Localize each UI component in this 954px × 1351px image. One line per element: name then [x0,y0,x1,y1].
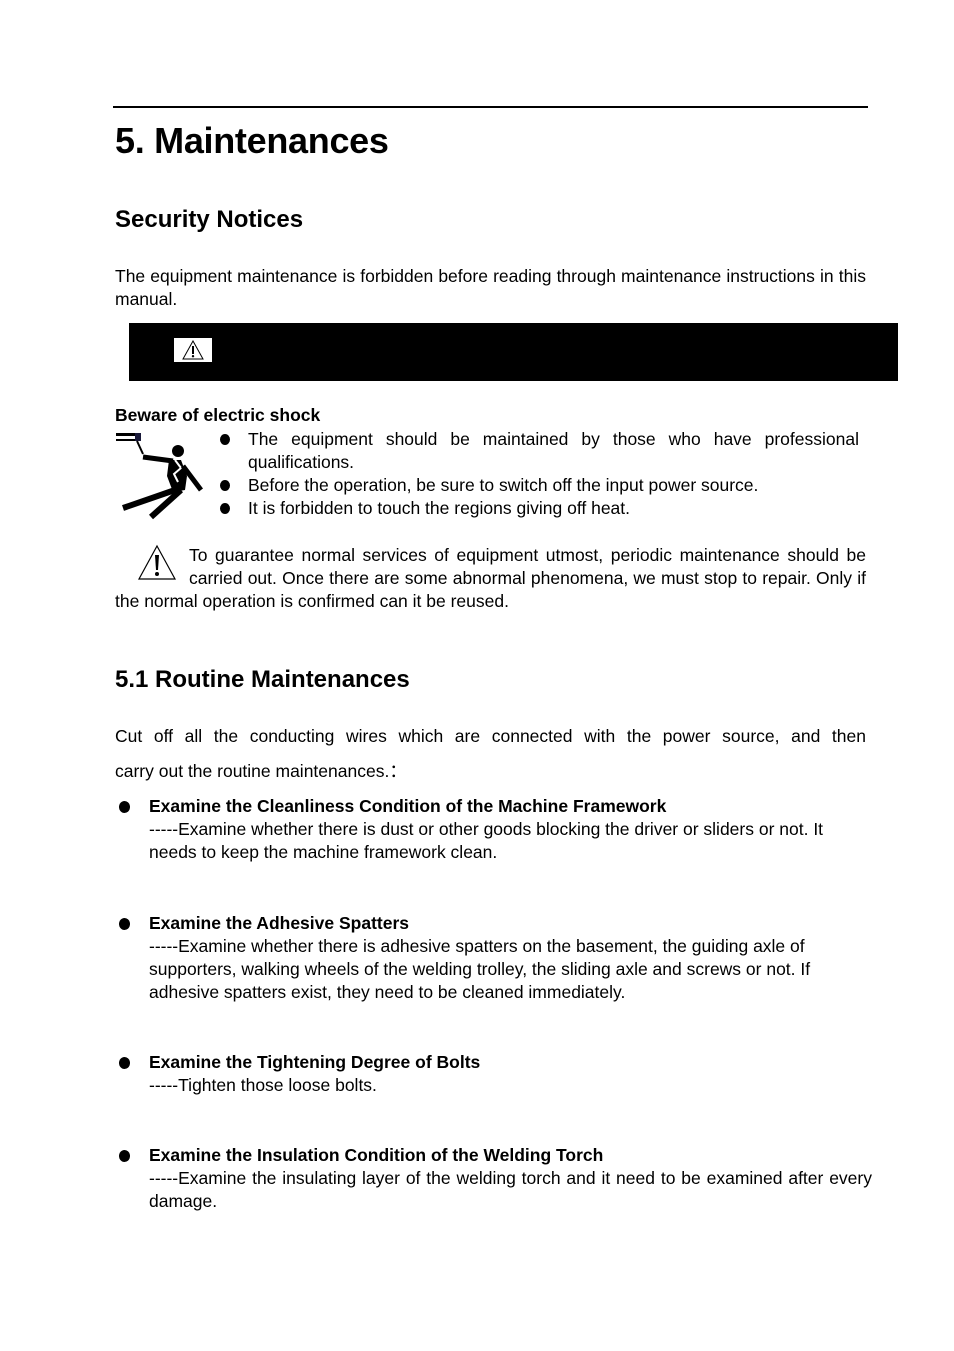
maintenance-item-body: -----Examine the insulating layer of the… [149,1168,872,1211]
electric-shock-title: Beware of electric shock [115,405,321,425]
bullet-icon [119,1150,130,1162]
maintenance-item: Examine the Adhesive Spatters -----Exami… [115,912,872,1004]
maintenance-item-title: Examine the Adhesive Spatters [149,913,410,933]
warning-triangle-icon [174,338,212,362]
bullet-icon [220,503,230,514]
electric-shock-icon [115,430,205,520]
list-item: Before the operation, be sure to switch … [214,474,859,497]
bullet-icon [119,918,130,930]
routine-heading: 5.1 Routine Maintenances [115,666,410,693]
maintenance-item-title: Examine the Insulation Condition of the … [149,1145,604,1165]
electric-shock-list: The equipment should be maintained by th… [214,428,859,520]
security-notices-heading: Security Notices [115,206,304,233]
maintenance-item-body: -----Examine whether there is dust or ot… [149,819,824,862]
maintenance-item: Examine the Insulation Condition of the … [115,1144,872,1213]
list-item: It is forbidden to touch the regions giv… [214,497,859,520]
maintenance-item: Examine the Tightening Degree of Bolts -… [115,1051,872,1097]
caution-paragraph: To guarantee normal services of equipmen… [115,544,866,611]
bullet-icon [220,434,230,445]
maintenance-item-title: Examine the Tightening Degree of Bolts [149,1052,481,1072]
caution-triangle-icon [137,544,181,584]
maintenance-item-body: -----Examine whether there is adhesive s… [149,936,811,1002]
routine-intro-line1: Cut off all the conducting wires which a… [115,726,866,746]
routine-intro-line2: carry out the routine maintenances.： [115,761,407,781]
maintenance-item: Examine the Cleanliness Condition of the… [115,795,872,864]
maintenance-item-title: Examine the Cleanliness Condition of the… [149,796,667,816]
security-intro: The equipment maintenance is forbidden b… [115,266,866,309]
bullet-icon [119,801,130,813]
maintenance-item-body: -----Tighten those loose bolts. [149,1075,377,1095]
chapter-title: 5. Maintenances [115,120,389,161]
header-rule [113,106,868,108]
bullet-icon [220,480,230,491]
bullet-icon [119,1057,130,1069]
list-item: The equipment should be maintained by th… [214,428,859,474]
warning-banner [129,323,898,381]
